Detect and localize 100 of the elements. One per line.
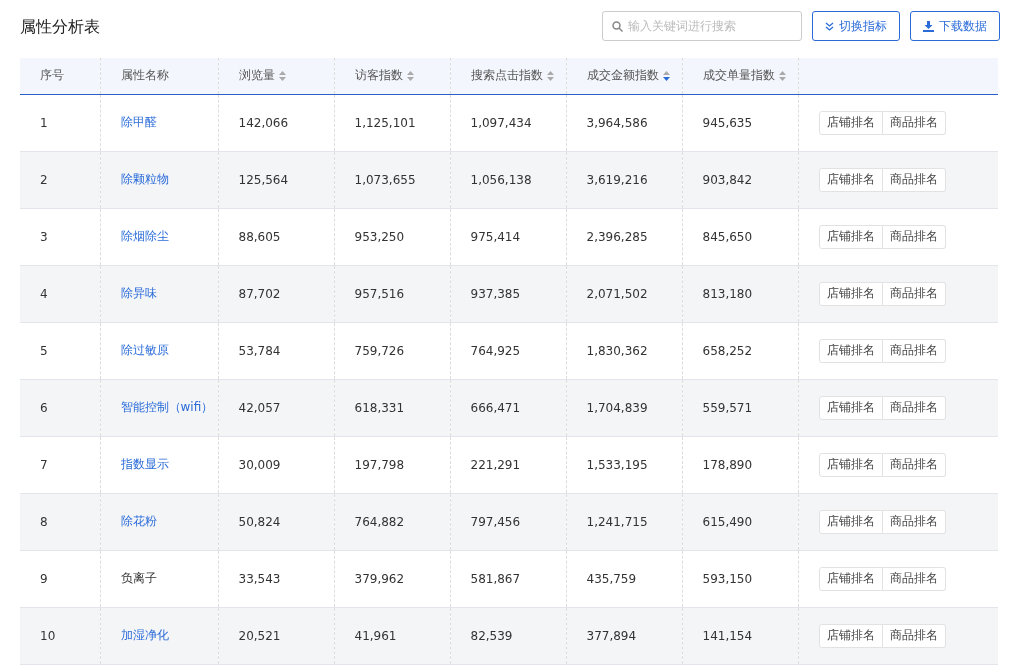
table-cell: 53,784 (218, 322, 334, 379)
ranking-button[interactable]: 商品排名 (882, 623, 946, 648)
search-field[interactable]: 输入关键词进行搜索 (602, 11, 802, 41)
ranking-button[interactable]: 店铺排名 (818, 509, 883, 534)
table-cell: 1,125,101 (334, 94, 450, 151)
column-header: 序号 (40, 68, 64, 83)
attribute-link[interactable]: 除花粉 (120, 514, 157, 528)
ranking-button[interactable]: 店铺排名 (818, 110, 883, 135)
table-cell: 142,066 (218, 94, 334, 151)
attribute-link[interactable]: 除甲醛 (120, 115, 157, 129)
table-cell: 82,539 (450, 607, 566, 664)
column-header: 成交金额指数 (586, 68, 659, 83)
table-cell: 797,456 (450, 493, 566, 550)
table-cell: 88,605 (218, 208, 334, 265)
column-header: 搜索点击指数 (470, 68, 543, 83)
table-cell: 666,471 (450, 379, 566, 436)
ranking-button[interactable]: 商品排名 (882, 509, 946, 534)
attribute-link[interactable]: 加湿净化 (120, 628, 169, 642)
attribute-link[interactable]: 除异味 (120, 286, 157, 300)
table-cell: 1,056,138 (450, 151, 566, 208)
table-cell: 957,516 (334, 265, 450, 322)
attribute-link[interactable]: 智能控制（wifi） (120, 400, 214, 414)
ranking-button[interactable]: 商品排名 (882, 395, 946, 420)
table-cell: 141,154 (682, 607, 798, 664)
table-cell: 87,702 (218, 265, 334, 322)
download-icon (923, 20, 934, 32)
table-cell: 953,250 (334, 208, 450, 265)
table-cell: 2,396,285 (566, 208, 682, 265)
table-cell: 7 (20, 436, 100, 493)
ranking-button[interactable]: 商品排名 (882, 110, 946, 135)
table-cell: 20,521 (218, 607, 334, 664)
double-chevron-down-icon (825, 21, 834, 31)
table-cell: 125,564 (218, 151, 334, 208)
table-cell: 813,180 (682, 265, 798, 322)
table-cell: 10 (20, 607, 100, 664)
table-cell: 764,882 (334, 493, 450, 550)
table-cell: 658,252 (682, 322, 798, 379)
switch-metric-button[interactable]: 切换指标 (812, 11, 900, 41)
table-cell: 615,490 (682, 493, 798, 550)
download-button[interactable]: 下载数据 (910, 11, 1000, 41)
ranking-button[interactable]: 店铺排名 (818, 338, 883, 363)
table-cell: 5 (20, 322, 100, 379)
table-cell: 4 (20, 265, 100, 322)
sort-icon[interactable] (662, 70, 670, 81)
table-cell: 负离子 (120, 571, 157, 585)
ranking-button[interactable]: 商品排名 (882, 167, 946, 192)
table-cell: 197,798 (334, 436, 450, 493)
column-header: 成交单量指数 (702, 68, 775, 83)
table-cell: 1,241,715 (566, 493, 682, 550)
ranking-button[interactable]: 店铺排名 (818, 452, 883, 477)
column-header: 属性名称 (120, 68, 169, 83)
table-cell: 178,890 (682, 436, 798, 493)
table-cell: 6 (20, 379, 100, 436)
ranking-button[interactable]: 店铺排名 (818, 224, 883, 249)
ranking-button[interactable]: 商品排名 (882, 452, 946, 477)
ranking-button[interactable]: 店铺排名 (818, 395, 883, 420)
attribute-link[interactable]: 除烟除尘 (120, 229, 169, 243)
table-cell: 2 (20, 151, 100, 208)
table-cell: 377,894 (566, 607, 682, 664)
table-cell: 1,533,195 (566, 436, 682, 493)
table-cell: 2,071,502 (566, 265, 682, 322)
table-cell: 50,824 (218, 493, 334, 550)
table-cell: 3,619,216 (566, 151, 682, 208)
ranking-button[interactable]: 商品排名 (882, 224, 946, 249)
table-cell: 1,097,434 (450, 94, 566, 151)
attribute-link[interactable]: 指数显示 (120, 457, 169, 471)
table-cell: 845,650 (682, 208, 798, 265)
column-header: 浏览量 (238, 68, 275, 83)
table-cell: 42,057 (218, 379, 334, 436)
table-cell: 379,962 (334, 550, 450, 607)
table-cell: 3 (20, 208, 100, 265)
attribute-link[interactable]: 除过敏原 (120, 343, 169, 357)
table-cell: 1 (20, 94, 100, 151)
ranking-button[interactable]: 商品排名 (882, 566, 946, 591)
table-cell: 33,543 (218, 550, 334, 607)
sort-icon[interactable] (546, 70, 554, 81)
table-cell: 759,726 (334, 322, 450, 379)
ranking-button[interactable]: 店铺排名 (818, 281, 883, 306)
sort-icon[interactable] (278, 70, 286, 81)
column-header: 访客指数 (354, 68, 403, 83)
sort-icon[interactable] (406, 70, 414, 81)
table-cell: 9 (20, 550, 100, 607)
table-cell: 3,964,586 (566, 94, 682, 151)
table-cell: 1,830,362 (566, 322, 682, 379)
attribute-link[interactable]: 除颗粒物 (120, 172, 169, 186)
table-cell: 559,571 (682, 379, 798, 436)
sort-icon[interactable] (778, 70, 786, 81)
table-title: 属性分析表 (20, 16, 100, 38)
ranking-button[interactable]: 商品排名 (882, 338, 946, 363)
ranking-button[interactable]: 店铺排名 (818, 566, 883, 591)
table-cell: 1,704,839 (566, 379, 682, 436)
table-cell: 8 (20, 493, 100, 550)
table-cell: 975,414 (450, 208, 566, 265)
table-cell: 41,961 (334, 607, 450, 664)
table-cell: 221,291 (450, 436, 566, 493)
search-icon (612, 21, 623, 32)
ranking-button[interactable]: 商品排名 (882, 281, 946, 306)
ranking-button[interactable]: 店铺排名 (818, 167, 883, 192)
ranking-button[interactable]: 店铺排名 (818, 623, 883, 648)
table-cell: 764,925 (450, 322, 566, 379)
